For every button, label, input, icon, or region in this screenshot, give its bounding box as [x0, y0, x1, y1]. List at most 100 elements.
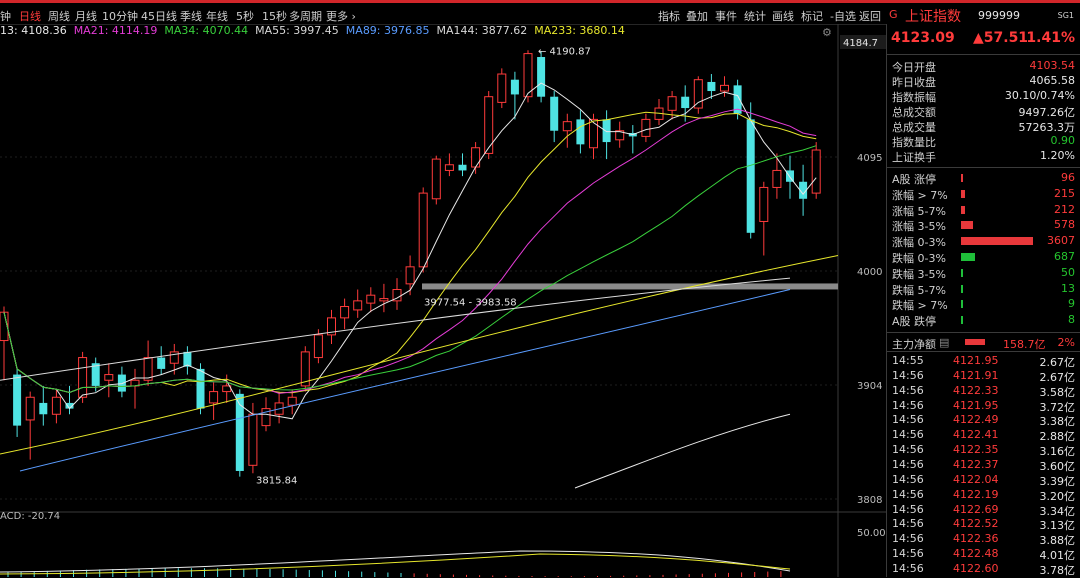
- breadth-label: 跌幅 > 7%: [892, 299, 948, 313]
- price-summary: 4123.09 ▲57.51 1.41%: [887, 30, 1080, 48]
- tick-price: 4122.33: [953, 383, 999, 397]
- candle-body: [418, 192, 428, 268]
- top-accent-strip: [0, 0, 1080, 3]
- breadth-label: 涨幅 0-3%: [892, 236, 946, 250]
- toolbar-button[interactable]: 统计: [744, 8, 766, 24]
- breadth-row: 涨幅 3-5% 578: [887, 217, 1080, 234]
- high-annotation: ← 4190.87: [538, 46, 591, 57]
- candle-body: [287, 396, 297, 406]
- settings-icon[interactable]: ⚙: [822, 26, 832, 39]
- toolbar-button[interactable]: 画线: [772, 8, 794, 24]
- period-tab[interactable]: 年线: [206, 8, 228, 24]
- period-tab[interactable]: 季线: [180, 8, 202, 24]
- toolbar-button[interactable]: 返回: [859, 8, 881, 24]
- toolbar-button[interactable]: -自选: [830, 8, 856, 24]
- period-tab[interactable]: 10分钟: [102, 8, 138, 24]
- breadth-bar: [961, 237, 1033, 246]
- period-tab[interactable]: 45日线: [141, 8, 177, 24]
- tick-time: 14:56: [892, 561, 924, 575]
- period-tab[interactable]: 多周期: [289, 8, 322, 24]
- breadth-value: 96: [1061, 171, 1075, 184]
- breadth-label: 涨幅 3-5%: [892, 220, 946, 234]
- tick-row: 14:56 4122.33 3.58亿: [887, 383, 1080, 399]
- netflow-icon[interactable]: ▤: [939, 336, 949, 349]
- breadth-bar: [961, 221, 973, 230]
- tick-row: 14:56 4121.91 2.67亿: [887, 368, 1080, 384]
- tick-row: 14:56 4122.36 3.88亿: [887, 531, 1080, 547]
- breadth-value: 8: [1068, 313, 1075, 327]
- tick-row: 14:56 4122.69 3.34亿: [887, 502, 1080, 518]
- tick-time: 14:56: [892, 398, 924, 412]
- tick-price: 4122.60: [953, 561, 999, 575]
- toolbar-button[interactable]: 叠加: [686, 8, 708, 24]
- breadth-value: 13: [1061, 281, 1075, 295]
- candle-body: [51, 396, 61, 415]
- breadth-label: 跌幅 0-3%: [892, 252, 946, 265]
- tick-time: 14:56: [892, 368, 924, 382]
- candle-body: [157, 357, 166, 369]
- breadth-value: 9: [1068, 297, 1075, 311]
- divider: [887, 351, 1080, 352]
- tick-row: 14:56 4122.35 3.16亿: [887, 442, 1080, 458]
- breadth-label: 跌幅 5-7%: [892, 283, 946, 297]
- period-tab[interactable]: 日线: [19, 8, 41, 24]
- toolbar-button[interactable]: 标记: [801, 8, 823, 24]
- candle-body: [589, 118, 598, 149]
- stat-value: 1.20%: [1040, 149, 1075, 162]
- candle-body: [405, 266, 415, 285]
- breadth-row: 跌幅 5-7% 13: [887, 281, 1080, 297]
- breadth-row: 涨幅 0-3% 3607: [887, 233, 1080, 250]
- period-tab[interactable]: 月线: [75, 8, 97, 24]
- price-tick-label: 3808: [857, 495, 882, 506]
- candle-body: [353, 300, 363, 311]
- period-tab[interactable]: 更多 ›: [326, 8, 356, 24]
- period-tab[interactable]: 5秒: [236, 8, 254, 24]
- stat-value: 4103.54: [1029, 59, 1076, 72]
- candle-body: [196, 368, 205, 409]
- kline-chart[interactable]: 4095 4000 3904 3808 4184.7 50.00 ← 4190.87 3815…: [0, 24, 886, 577]
- stat-row: 总成交额 9497.26亿: [887, 103, 1080, 119]
- ma13-line: [3, 111, 817, 394]
- breadth-value: 212: [1054, 202, 1075, 216]
- stat-value: 0.90: [1050, 134, 1076, 147]
- price-tick-label: 4095: [857, 153, 882, 164]
- stock-badge: SG1: [1057, 11, 1074, 20]
- breadth-row: A股 跌停 8: [887, 312, 1080, 328]
- macd-label: ACD: -20.74: [0, 511, 60, 522]
- netflow-row: 主力净额 ▤ 158.7亿 2%: [887, 335, 1080, 351]
- tick-price: 4122.41: [953, 428, 999, 442]
- toolbar-button[interactable]: 事件: [715, 8, 737, 24]
- candle-body: [537, 57, 546, 97]
- ma21-line: [3, 108, 817, 394]
- candle-body: [720, 84, 729, 92]
- index-name[interactable]: 上证指数: [905, 6, 961, 26]
- stat-row: 总成交量 57263.3万: [887, 118, 1080, 134]
- tick-row: 14:56 4122.37 3.60亿: [887, 457, 1080, 473]
- candle-body: [523, 53, 533, 98]
- breadth-row: 涨幅 5-7% 212: [887, 202, 1080, 218]
- period-tab[interactable]: 钟: [0, 8, 11, 24]
- tick-price: 4122.35: [953, 443, 999, 457]
- candle-body: [431, 158, 441, 200]
- tick-row: 14:56 4122.48 4.01亿: [887, 546, 1080, 562]
- stock-header: G 上证指数 999999 SG1: [886, 4, 1080, 26]
- stat-label: 上证换手: [892, 151, 936, 164]
- candle-body: [484, 96, 494, 154]
- candle-body: [458, 164, 467, 171]
- stat-row: 上证换手 1.20%: [887, 148, 1080, 164]
- tick-amount: 3.78亿: [1039, 563, 1076, 577]
- period-tab[interactable]: 周线: [48, 8, 70, 24]
- tick-time: 14:56: [892, 472, 924, 486]
- tick-row: 14:55 4121.95 2.67亿: [887, 353, 1080, 369]
- candle-body: [772, 169, 782, 188]
- index-code: 999999: [978, 9, 1020, 22]
- period-tab[interactable]: 15秒: [262, 8, 287, 24]
- candle-body: [13, 374, 22, 426]
- toolbar-button[interactable]: 指标: [658, 8, 680, 24]
- candle-body: [444, 164, 454, 171]
- tick-time: 14:56: [892, 413, 924, 427]
- divider: [887, 54, 1080, 55]
- breadth-bar: [961, 189, 966, 198]
- tick-time: 14:56: [892, 532, 924, 546]
- breadth-value: 3607: [1047, 234, 1075, 248]
